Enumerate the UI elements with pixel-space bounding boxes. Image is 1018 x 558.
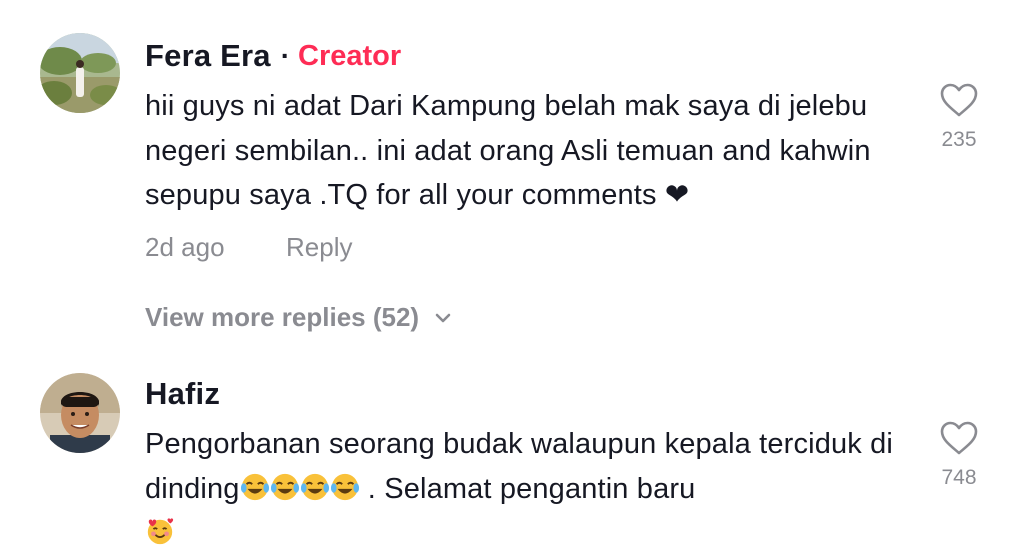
view-more-replies-button[interactable]: View more replies (52) [145,302,453,333]
like-count: 748 [941,466,977,489]
tears-of-joy-emoji [270,473,299,500]
view-more-replies-label: View more replies (52) [145,302,420,332]
heart-outline-icon [940,421,978,455]
avatar[interactable] [40,373,120,453]
reply-button[interactable]: Reply [286,232,352,263]
comment-author[interactable]: Hafiz [145,376,220,412]
comment-timestamp: 2d ago [145,231,225,262]
comment-text: Pengorbanan seorang budak walaupun kepal… [145,422,905,556]
like-button[interactable]: 748 [920,420,998,490]
tears-of-joy-emoji [300,473,329,500]
creator-badge: Creator [298,39,402,72]
comment-text: hii guys ni adat Dari Kampung belah mak … [145,90,871,211]
like-count: 235 [941,128,977,151]
tears-of-joy-emoji [330,473,359,500]
avatar[interactable] [40,33,120,113]
comment-author[interactable]: Fera Era [145,38,271,74]
heart-outline-icon [940,83,978,117]
comment-text-part: . Selamat pengantin baru [359,472,696,505]
avatar-image [40,33,120,113]
comment-item: Fera Era · Creator hii guys ni adat Dari… [0,0,1018,352]
chevron-down-icon [435,313,451,322]
tears-of-joy-emoji [240,473,269,500]
smiling-face-with-hearts-emoji [147,518,174,545]
separator-dot: · [280,40,291,71]
comment-item: Hafiz Pengorbanan seorang budak walaupun… [0,360,1018,558]
avatar-image [40,373,120,453]
like-button[interactable]: 235 [920,82,998,152]
